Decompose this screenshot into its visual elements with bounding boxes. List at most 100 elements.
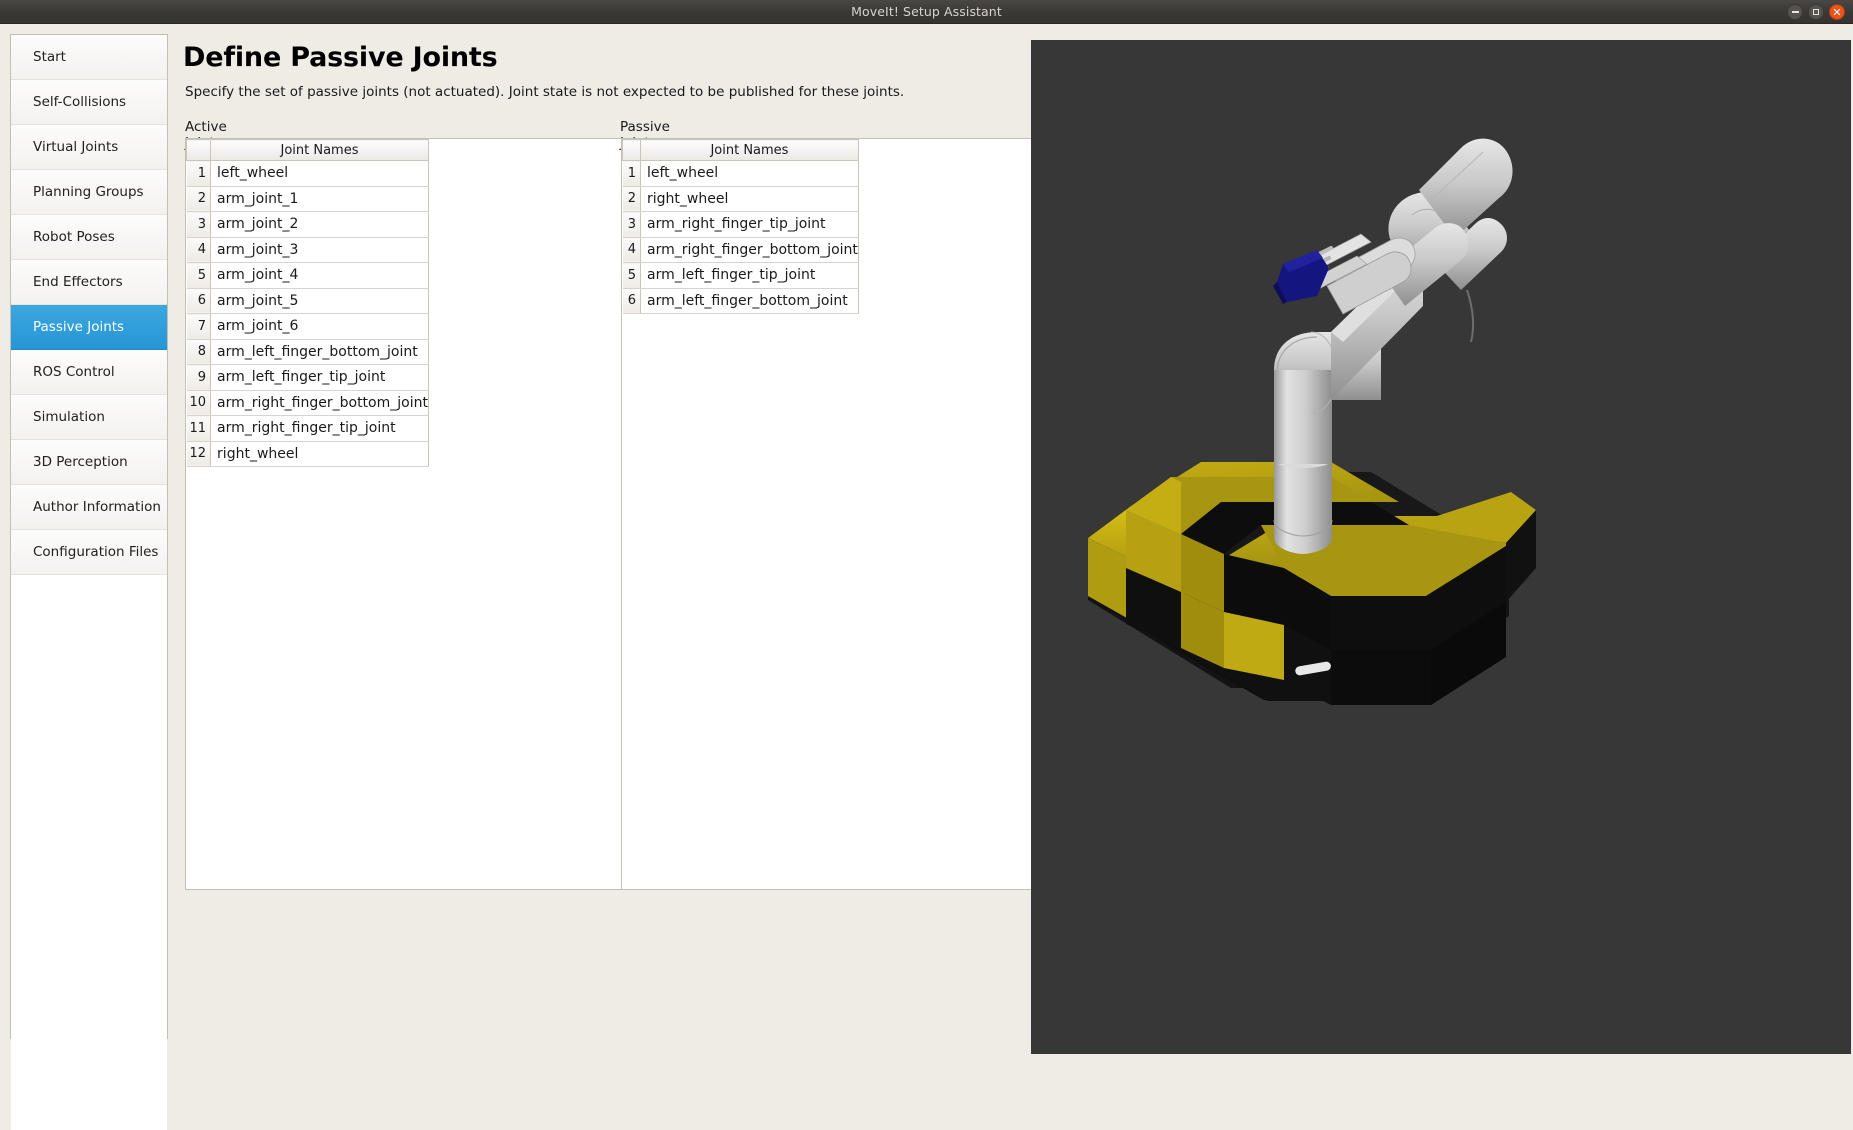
sidebar-item-label: Robot Poses bbox=[33, 229, 115, 245]
sidebar-item-3d-perception[interactable]: 3D Perception bbox=[11, 440, 167, 485]
table-row[interactable]: 6 arm_joint_5 bbox=[186, 288, 429, 314]
passive-joints-panel[interactable]: Joint Names 1 left_wheel 2 right_wheel 3 arm_… bbox=[621, 138, 1041, 890]
active-column-header[interactable]: Joint Names bbox=[210, 139, 429, 161]
joint-name-cell[interactable]: arm_joint_6 bbox=[210, 313, 429, 340]
table-row[interactable]: 2 arm_joint_1 bbox=[186, 186, 429, 212]
joint-name-cell[interactable]: arm_joint_3 bbox=[210, 237, 429, 263]
rviz-3d-viewport[interactable] bbox=[1031, 40, 1851, 1054]
table-row[interactable]: 4 arm_joint_3 bbox=[186, 237, 429, 263]
sidebar-item-passive-joints[interactable]: Passive Joints bbox=[11, 305, 167, 350]
joint-name-cell[interactable]: arm_right_finger_bottom_joint bbox=[210, 390, 429, 416]
row-number: 4 bbox=[186, 237, 212, 263]
row-number: 3 bbox=[622, 211, 641, 238]
passive-column-header[interactable]: Joint Names bbox=[640, 139, 859, 161]
joint-name-cell[interactable]: arm_right_finger_tip_joint bbox=[210, 415, 429, 442]
sidebar-item-label: Author Information bbox=[33, 499, 161, 515]
sidebar-item-simulation[interactable]: Simulation bbox=[11, 395, 167, 440]
joint-name-cell[interactable]: left_wheel bbox=[640, 160, 859, 187]
sidebar-item-label: Start bbox=[33, 49, 66, 65]
table-row[interactable]: 12 right_wheel bbox=[186, 441, 429, 467]
row-number: 1 bbox=[622, 160, 641, 187]
row-number: 1 bbox=[186, 160, 212, 187]
table-row[interactable]: 1 left_wheel bbox=[622, 160, 859, 187]
table-row[interactable]: 2 right_wheel bbox=[622, 186, 859, 212]
minimize-icon bbox=[1791, 11, 1799, 13]
active-joints-table[interactable]: Joint Names 1 left_wheel 2 arm_joint_1 3 arm_… bbox=[185, 139, 429, 467]
table-header-row: Joint Names bbox=[185, 139, 429, 161]
close-icon: ✕ bbox=[1832, 5, 1842, 19]
table-header-row: Joint Names bbox=[622, 139, 859, 161]
navigation-sidebar: Start Self-Collisions Virtual Joints Pla… bbox=[10, 34, 168, 1130]
joint-name-cell[interactable]: arm_joint_5 bbox=[210, 288, 429, 314]
row-number: 11 bbox=[186, 415, 212, 442]
application-body: Start Self-Collisions Virtual Joints Pla… bbox=[0, 24, 1853, 1130]
maximize-button[interactable] bbox=[1808, 4, 1824, 20]
table-row[interactable]: 7 arm_joint_6 bbox=[186, 313, 429, 340]
robot-3d-scene bbox=[1031, 40, 1851, 1054]
table-row[interactable]: 4 arm_right_finger_bottom_joint bbox=[622, 237, 859, 263]
table-row[interactable]: 6 arm_left_finger_bottom_joint bbox=[622, 288, 859, 314]
sidebar-item-planning-groups[interactable]: Planning Groups bbox=[11, 170, 167, 215]
joint-name-cell[interactable]: arm_left_finger_tip_joint bbox=[210, 364, 429, 391]
sidebar-item-self-collisions[interactable]: Self-Collisions bbox=[11, 80, 167, 125]
row-number: 12 bbox=[186, 441, 212, 467]
table-row[interactable]: 5 arm_joint_4 bbox=[186, 262, 429, 289]
sidebar-item-robot-poses[interactable]: Robot Poses bbox=[11, 215, 167, 260]
joint-name-cell[interactable]: right_wheel bbox=[640, 186, 859, 212]
joint-name-cell[interactable]: left_wheel bbox=[210, 160, 429, 187]
sidebar-item-label: End Effectors bbox=[33, 274, 123, 290]
sidebar-item-label: Configuration Files bbox=[33, 544, 159, 560]
active-joints-panel[interactable]: Joint Names 1 left_wheel 2 arm_joint_1 3 arm_… bbox=[185, 138, 640, 890]
table-row[interactable]: 11 arm_right_finger_tip_joint bbox=[186, 415, 429, 442]
row-number: 6 bbox=[186, 288, 212, 314]
sidebar-item-ros-control[interactable]: ROS Control bbox=[11, 350, 167, 395]
row-number: 3 bbox=[186, 211, 212, 238]
joint-name-cell[interactable]: right_wheel bbox=[210, 441, 429, 467]
table-row[interactable]: 10 arm_right_finger_bottom_joint bbox=[186, 390, 429, 416]
passive-joints-table[interactable]: Joint Names 1 left_wheel 2 right_wheel 3 arm_… bbox=[622, 139, 859, 314]
sidebar-item-label: Self-Collisions bbox=[33, 94, 127, 110]
joint-name-cell[interactable]: arm_left_finger_bottom_joint bbox=[640, 288, 859, 314]
joint-name-cell[interactable]: arm_right_finger_tip_joint bbox=[640, 211, 859, 238]
row-number: 6 bbox=[622, 288, 641, 314]
robot-arm-base-cylinder bbox=[1273, 452, 1333, 554]
sidebar-item-label: Planning Groups bbox=[33, 184, 144, 200]
joint-name-cell[interactable]: arm_joint_2 bbox=[210, 211, 429, 238]
table-row[interactable]: 1 left_wheel bbox=[186, 160, 429, 187]
joint-name-cell[interactable]: arm_left_finger_tip_joint bbox=[640, 262, 859, 289]
row-number: 5 bbox=[622, 262, 641, 289]
window-titlebar: MoveIt! Setup Assistant ✕ bbox=[0, 0, 1853, 24]
row-number: 4 bbox=[622, 237, 641, 263]
sidebar-item-start[interactable]: Start bbox=[11, 35, 167, 80]
row-number: 5 bbox=[186, 262, 212, 289]
table-row[interactable]: 3 arm_joint_2 bbox=[186, 211, 429, 238]
table-row[interactable]: 5 arm_left_finger_tip_joint bbox=[622, 262, 859, 289]
table-corner bbox=[622, 139, 641, 161]
minimize-button[interactable] bbox=[1787, 4, 1803, 20]
joint-name-cell[interactable]: arm_joint_1 bbox=[210, 186, 429, 212]
sidebar-item-label: Simulation bbox=[33, 409, 105, 425]
close-button[interactable]: ✕ bbox=[1829, 4, 1845, 20]
joint-name-cell[interactable]: arm_left_finger_bottom_joint bbox=[210, 339, 429, 365]
joint-name-cell[interactable]: arm_right_finger_bottom_joint bbox=[640, 237, 859, 263]
sidebar-item-configuration-files[interactable]: Configuration Files bbox=[11, 530, 167, 575]
sidebar-filler bbox=[11, 575, 167, 1130]
sidebar-item-label: 3D Perception bbox=[33, 454, 128, 470]
sidebar-item-label: Passive Joints bbox=[33, 319, 125, 335]
page-title: Define Passive Joints bbox=[183, 42, 498, 73]
row-number: 9 bbox=[186, 364, 212, 391]
row-number: 8 bbox=[186, 339, 212, 365]
window-controls: ✕ bbox=[1787, 0, 1845, 24]
sidebar-item-end-effectors[interactable]: End Effectors bbox=[11, 260, 167, 305]
window-title: MoveIt! Setup Assistant bbox=[851, 4, 1002, 19]
table-corner bbox=[185, 139, 212, 161]
table-row[interactable]: 3 arm_right_finger_tip_joint bbox=[622, 211, 859, 238]
sidebar-item-label: Virtual Joints bbox=[33, 139, 119, 155]
table-row[interactable]: 9 arm_left_finger_tip_joint bbox=[186, 364, 429, 391]
joint-name-cell[interactable]: arm_joint_4 bbox=[210, 262, 429, 289]
sidebar-item-virtual-joints[interactable]: Virtual Joints bbox=[11, 125, 167, 170]
table-row[interactable]: 8 arm_left_finger_bottom_joint bbox=[186, 339, 429, 365]
sidebar-item-author-information[interactable]: Author Information bbox=[11, 485, 167, 530]
row-number: 10 bbox=[186, 390, 212, 416]
row-number: 2 bbox=[186, 186, 212, 212]
